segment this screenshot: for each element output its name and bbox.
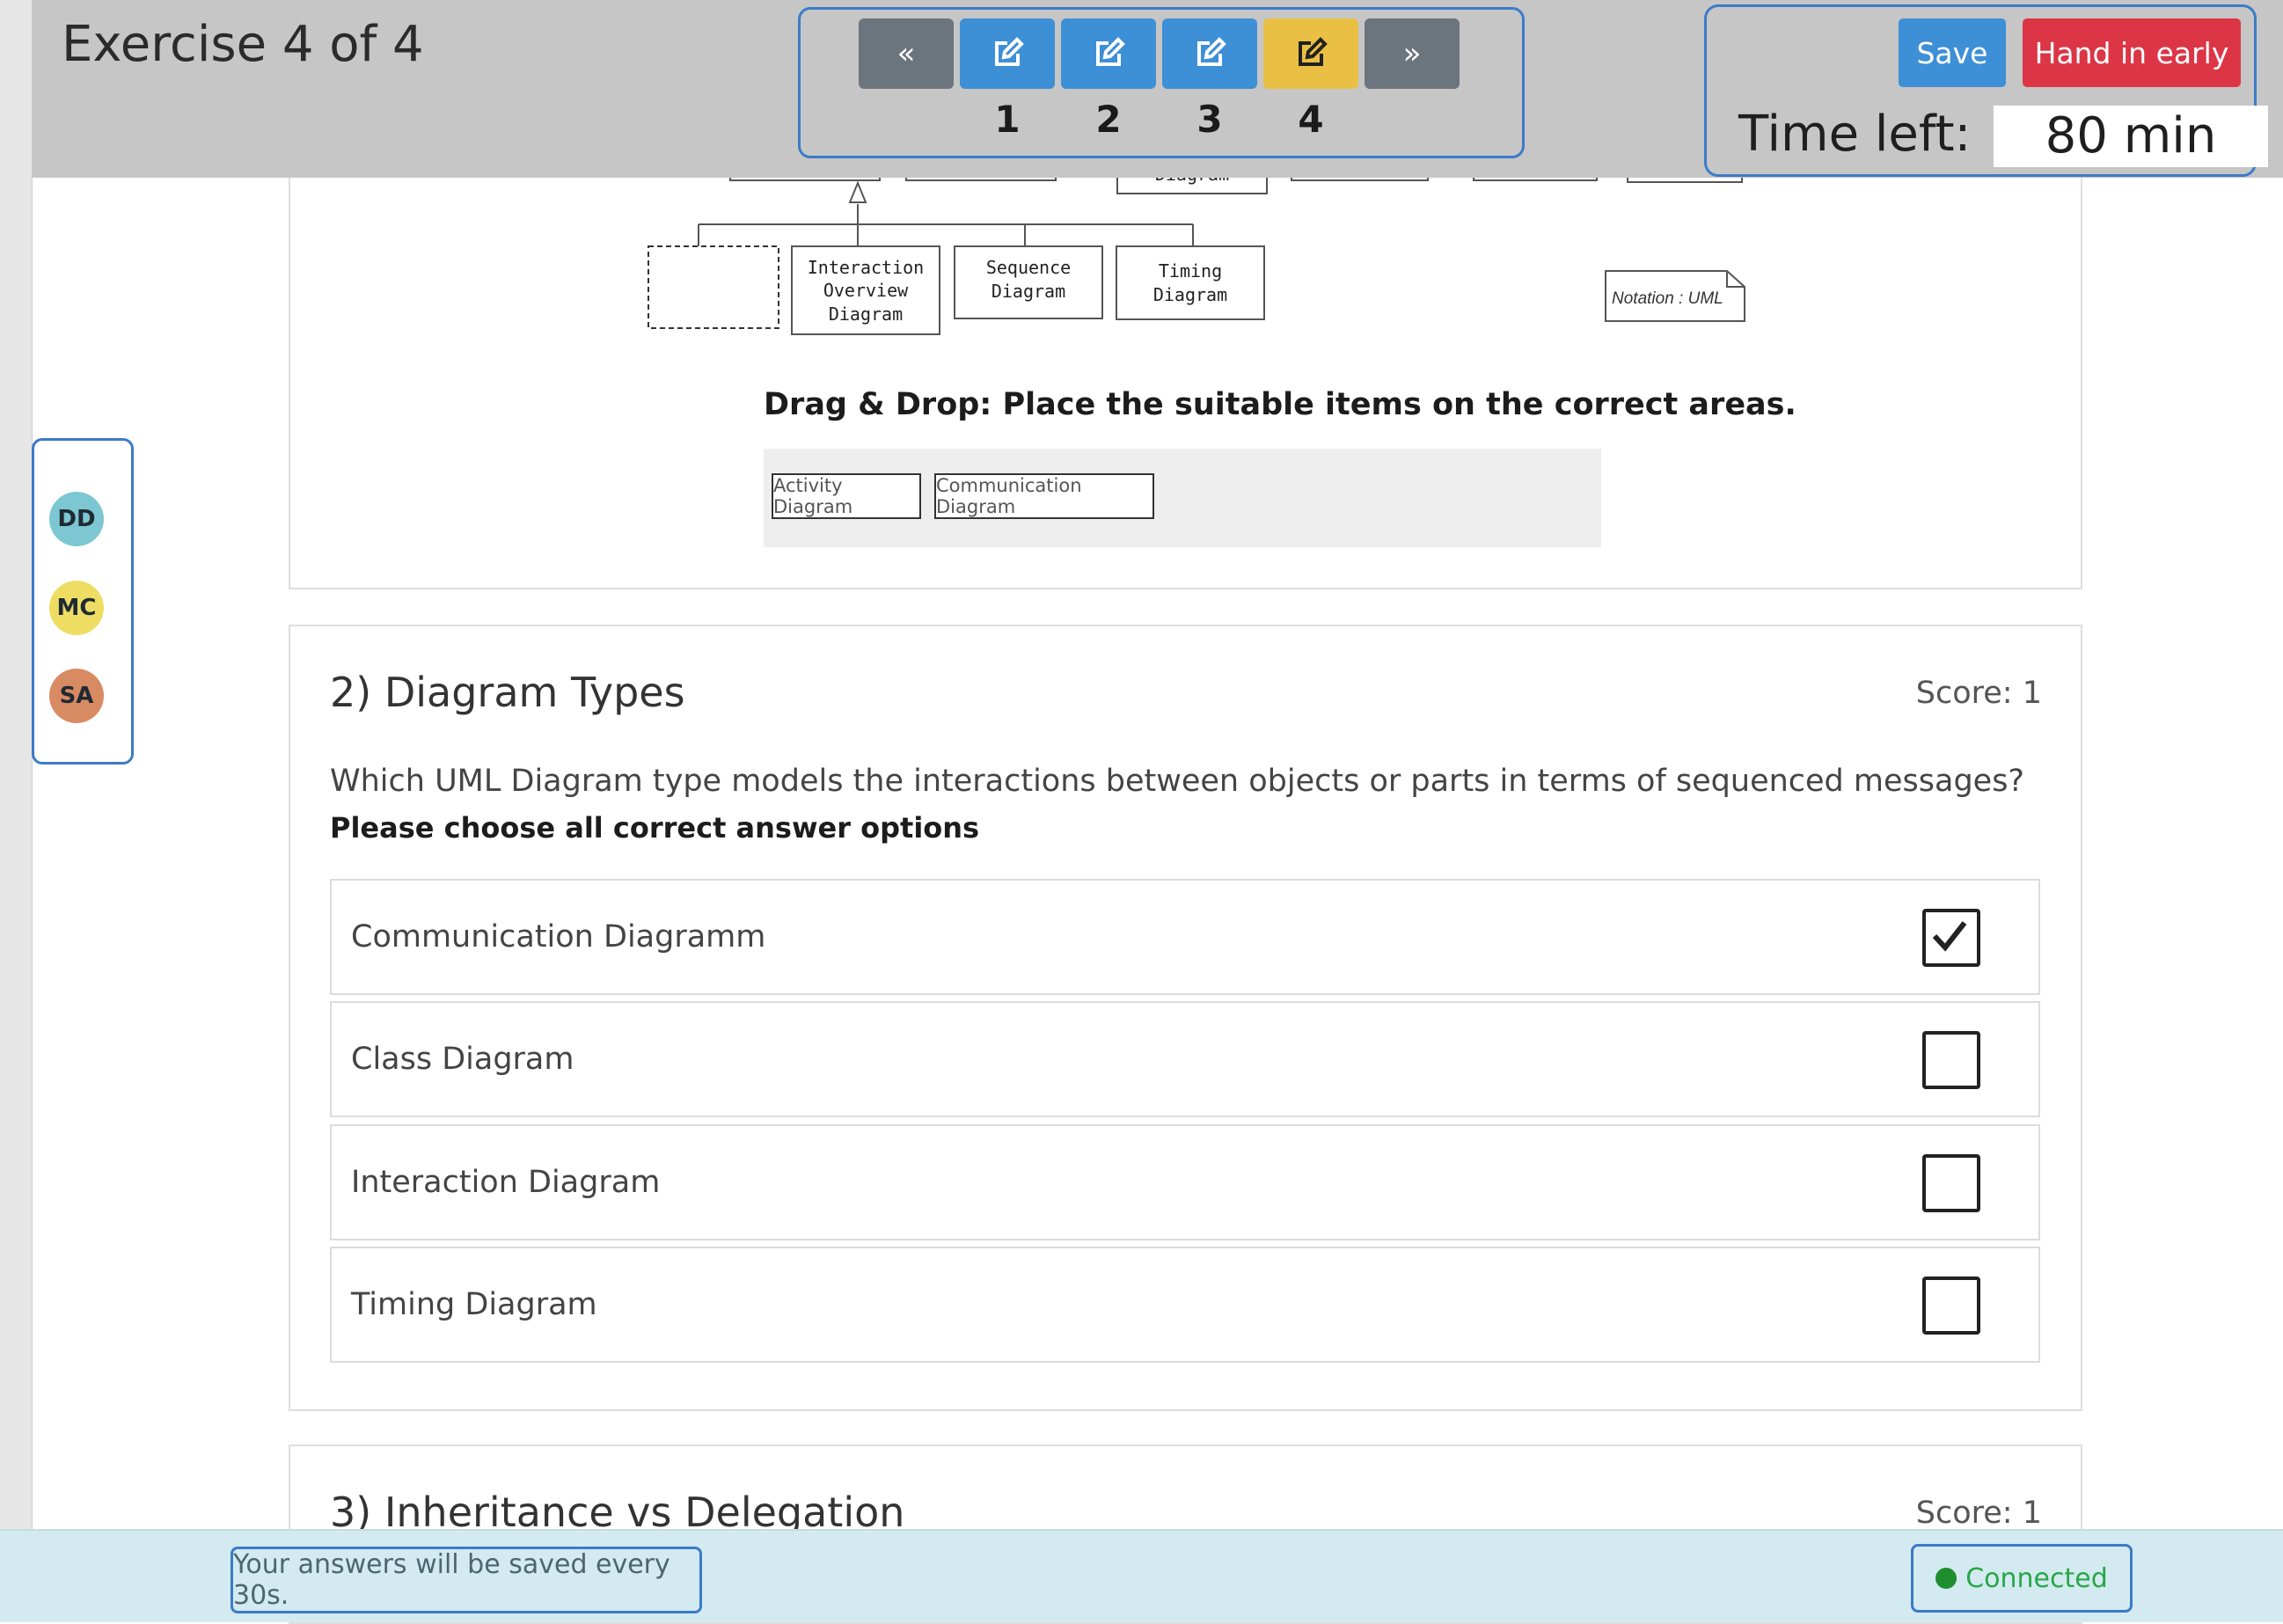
time-left-value: 80 min: [1994, 106, 2268, 167]
diagram-label-sequence-2: Diagram: [991, 281, 1065, 302]
save-button[interactable]: Save: [1899, 18, 2006, 87]
exercise-navigation: « » 1 2 3 4: [798, 7, 1525, 158]
answer-option[interactable]: Interaction Diagram: [330, 1124, 2040, 1240]
connection-status: Connected: [1911, 1544, 2133, 1613]
exercise-3-button[interactable]: [1162, 18, 1257, 89]
edit-icon: [1299, 37, 1328, 66]
checkmark-icon: [1932, 921, 1967, 952]
exercise-4-button[interactable]: [1263, 18, 1358, 89]
diagram-note: Notation : UML: [1612, 289, 1723, 308]
option-label: Communication Diagramm: [351, 919, 766, 955]
exercise-3-number: 3: [1196, 98, 1223, 141]
diagram-label-interaction-3: Diagram: [829, 304, 903, 325]
diagram-label-sequence-1: Sequence: [986, 257, 1071, 278]
answer-option[interactable]: Class Diagram: [330, 1001, 2040, 1117]
question-text: Which UML Diagram type models the intera…: [330, 764, 2025, 799]
exercise-1-button[interactable]: [960, 18, 1055, 89]
exercise-2-button[interactable]: [1061, 18, 1156, 89]
option-checkbox[interactable]: [1922, 1154, 1980, 1212]
answer-option[interactable]: Timing Diagram: [330, 1247, 2040, 1363]
next-exercise-button[interactable]: »: [1365, 18, 1460, 89]
uml-diagram: Diagram Interaction Overview Diagram Seq…: [648, 158, 1745, 335]
question-title: 2) Diagram Types: [330, 669, 685, 716]
time-left-label: Time left:: [1738, 106, 1972, 163]
connection-status-label: Connected: [1965, 1562, 2108, 1594]
exercise-2-number: 2: [1095, 98, 1122, 141]
question-score: Score: 1: [1915, 676, 2042, 711]
edit-icon: [1096, 37, 1125, 66]
autosave-notice: Your answers will be saved every 30s.: [230, 1547, 702, 1613]
drag-item-communication-diagram[interactable]: Communication Diagram: [934, 473, 1154, 519]
participants-panel: DD MC SA: [32, 438, 134, 764]
option-label: Class Diagram: [351, 1042, 574, 1077]
question-score: Score: 1: [1915, 1496, 2042, 1531]
question-card-2: 2) Diagram Types Score: 1 Which UML Diag…: [289, 625, 2082, 1411]
answer-option[interactable]: Communication Diagramm: [330, 879, 2040, 995]
connected-dot-icon: [1935, 1568, 1957, 1589]
option-label: Interaction Diagram: [351, 1165, 661, 1200]
edit-icon: [995, 37, 1024, 66]
avatar[interactable]: MC: [49, 581, 104, 635]
exam-controls: Save Hand in early Time left: 80 min: [1704, 4, 2268, 177]
hand-in-early-button[interactable]: Hand in early: [2023, 18, 2241, 87]
exercise-4-number: 4: [1298, 98, 1324, 141]
exercise-1-number: 1: [994, 98, 1021, 141]
option-checkbox[interactable]: [1922, 1277, 1980, 1335]
left-rail: [0, 0, 33, 1620]
drag-drop-instruction: Drag & Drop: Place the suitable items on…: [764, 387, 1796, 422]
diagram-label-timing-1: Timing: [1159, 260, 1222, 282]
option-label: Timing Diagram: [351, 1287, 597, 1322]
prev-exercise-button[interactable]: «: [859, 18, 954, 89]
exercise-title: Exercise 4 of 4: [62, 16, 424, 73]
avatar[interactable]: DD: [49, 492, 104, 546]
diagram-label-interaction-1: Interaction: [808, 257, 924, 278]
edit-icon: [1197, 37, 1226, 66]
option-checkbox[interactable]: [1922, 1031, 1980, 1089]
diagram-label-timing-2: Diagram: [1153, 284, 1227, 305]
diagram-label-interaction-2: Overview: [823, 280, 909, 301]
option-checkbox-checked[interactable]: [1922, 909, 1980, 967]
avatar[interactable]: SA: [49, 669, 104, 723]
question-instruction: Please choose all correct answer options: [330, 811, 980, 845]
drag-item-activity-diagram[interactable]: Activity Diagram: [772, 473, 921, 519]
